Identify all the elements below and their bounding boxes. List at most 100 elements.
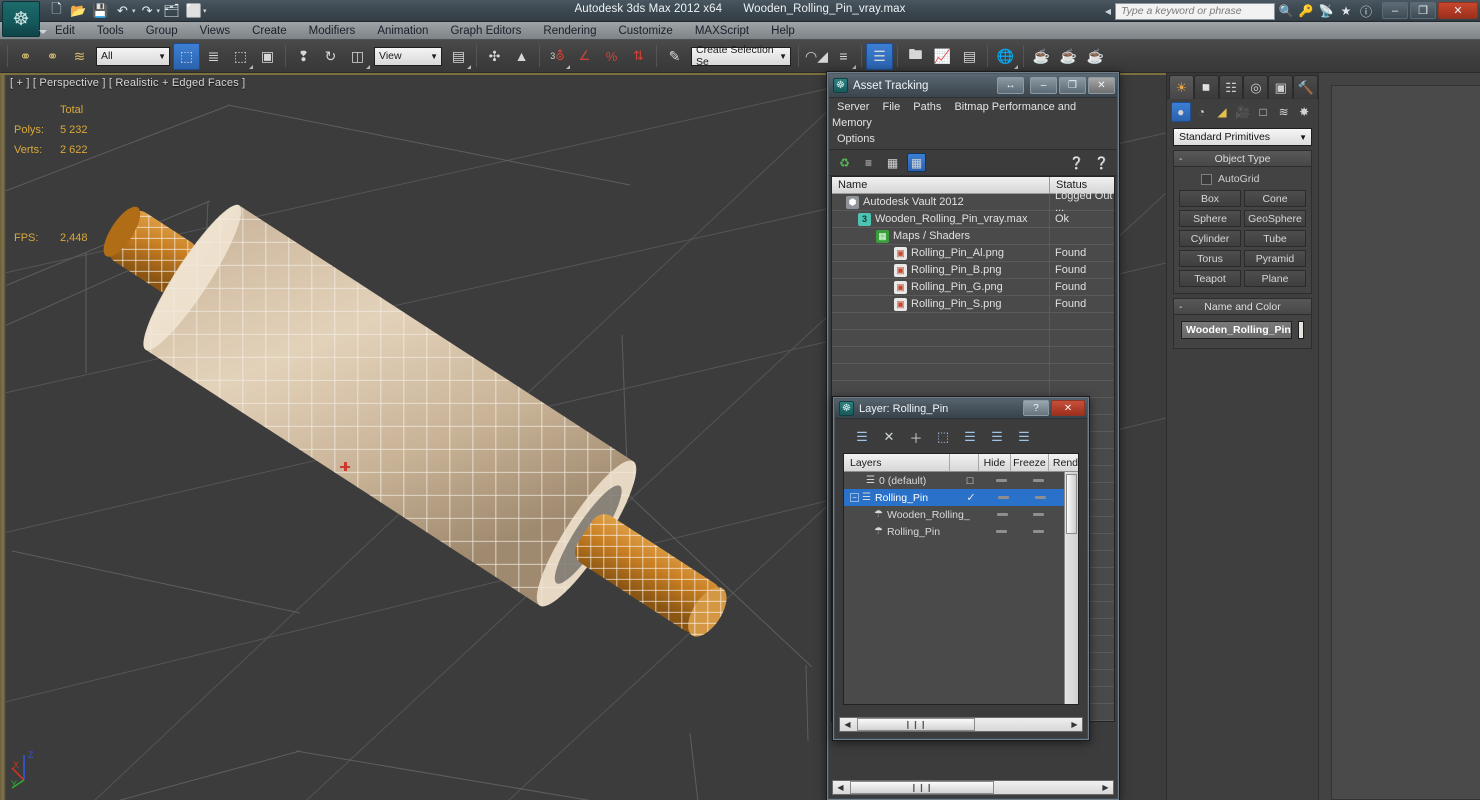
viewport-label[interactable]: [ + ] [ Perspective ] [ Realistic + Edge… xyxy=(10,77,245,89)
detail-view-icon[interactable]: ▦ xyxy=(883,153,902,172)
undo-dropdown-icon[interactable]: ▾ xyxy=(132,7,136,15)
select-and-manipulate-icon[interactable]: ✣ xyxy=(481,43,508,70)
delete-highlighted-layers-icon[interactable]: ✕ xyxy=(880,428,898,446)
save-file-icon[interactable]: 💾 xyxy=(90,2,111,21)
helpers-icon[interactable]: □ xyxy=(1253,102,1273,122)
select-by-name-icon[interactable]: ≣ xyxy=(200,43,227,70)
menu-graph-editors[interactable]: Graph Editors xyxy=(439,22,532,40)
layer-manager-window[interactable]: ☸ Layer: Rolling_Pin ? ✕ ☰ ✕ ＋ ⬚ ☰ ☰ ☰ L… xyxy=(832,396,1090,741)
curve-editor-icon[interactable]: 📈 xyxy=(929,43,956,70)
select-highlighted-objects-icon[interactable]: ⬚ xyxy=(934,428,952,446)
object-hide-toggle[interactable] xyxy=(985,530,1019,533)
lights-icon[interactable]: ◢ xyxy=(1212,102,1232,122)
create-new-layer-icon[interactable]: ☰ xyxy=(853,428,871,446)
redo-icon[interactable]: ↷ xyxy=(137,2,158,21)
table-row[interactable]: ▣ Rolling_Pin_S.png Found xyxy=(832,296,1114,313)
scroll-left-arrow-icon[interactable]: ◀ xyxy=(833,781,848,794)
select-and-move-icon[interactable]: ❢ xyxy=(290,43,317,70)
autogrid-checkbox[interactable] xyxy=(1201,173,1212,185)
column-render[interactable]: Rend xyxy=(1049,454,1078,471)
box-button[interactable]: Box xyxy=(1179,190,1241,207)
layer-hide-toggle[interactable] xyxy=(985,479,1019,482)
tab-utilities[interactable]: 🔨 xyxy=(1293,75,1318,99)
search-icon[interactable]: 🔍 xyxy=(1277,2,1295,20)
menu-rendering[interactable]: Rendering xyxy=(532,22,607,40)
rendered-frame-window-icon[interactable]: ☕ xyxy=(1055,43,1082,70)
object-color-swatch[interactable] xyxy=(1297,321,1304,339)
menu-server[interactable]: Server xyxy=(832,101,874,113)
menu-options[interactable]: Options xyxy=(832,133,880,145)
name-and-color-header[interactable]: - Name and Color xyxy=(1174,299,1311,315)
geosphere-button[interactable]: GeoSphere xyxy=(1244,210,1306,227)
infocenter-expand-icon[interactable]: ◀ xyxy=(1105,7,1111,16)
sphere-button[interactable]: Sphere xyxy=(1179,210,1241,227)
unlink-selection-icon[interactable]: ⚭ xyxy=(39,43,66,70)
column-freeze[interactable]: Freeze xyxy=(1011,454,1049,471)
layer-object-row[interactable]: ☂ Rolling_Pin ☕ xyxy=(844,523,1078,540)
select-and-rotate-icon[interactable]: ↻ xyxy=(317,43,344,70)
menu-paths[interactable]: Paths xyxy=(908,101,946,113)
resize-button[interactable]: ↔ xyxy=(997,77,1024,94)
set-project-folder-icon[interactable]: 🗂 xyxy=(161,2,182,21)
layer-object-row[interactable]: ☂ Wooden_Rolling_ ☕ xyxy=(844,506,1078,523)
layer-freeze-toggle[interactable] xyxy=(1019,479,1059,482)
primitive-category-dropdown[interactable]: Standard Primitives ▼ xyxy=(1173,128,1312,146)
tube-button[interactable]: Tube xyxy=(1244,230,1306,247)
freeze-unfreeze-layers-icon[interactable]: ☰ xyxy=(1015,428,1033,446)
plane-button[interactable]: Plane xyxy=(1244,270,1306,287)
tab-modify[interactable]: ◽ xyxy=(1193,75,1219,99)
pyramid-button[interactable]: Pyramid xyxy=(1244,250,1306,267)
layer-current-checkbox[interactable]: ✓ xyxy=(956,491,986,504)
object-hide-toggle[interactable] xyxy=(986,513,1019,516)
menu-modifiers[interactable]: Modifiers xyxy=(298,22,367,40)
menu-help[interactable]: Help xyxy=(760,22,806,40)
column-layers[interactable]: Layers xyxy=(844,454,951,471)
align-icon[interactable]: ≡ xyxy=(830,43,857,70)
torus-button[interactable]: Torus xyxy=(1179,250,1241,267)
bind-to-space-warp-icon[interactable]: ≋ xyxy=(66,43,93,70)
highlight-selected-objects-layers-icon[interactable]: ☰ xyxy=(961,428,979,446)
angle-snap-toggle-icon[interactable]: ∠ xyxy=(571,43,598,70)
redo-dropdown-icon[interactable]: ▾ xyxy=(157,7,161,15)
material-editor-icon[interactable]: 🌐 xyxy=(992,43,1019,70)
close-button[interactable]: ✕ xyxy=(1088,77,1115,94)
toggle-scene-explorer-icon[interactable]: 🖿 xyxy=(902,43,929,70)
cylinder-button[interactable]: Cylinder xyxy=(1179,230,1241,247)
render-production-icon[interactable]: ☕ xyxy=(1082,43,1109,70)
named-selection-sets-dropdown[interactable]: Create Selection Se ▼ xyxy=(691,44,791,68)
menu-animation[interactable]: Animation xyxy=(366,22,439,40)
layer-row-default[interactable]: ☰ 0 (default) □ ☕ xyxy=(844,472,1078,489)
close-button[interactable]: ✕ xyxy=(1438,2,1478,19)
mirror-icon[interactable]: ◠◢ xyxy=(803,43,830,70)
menu-create[interactable]: Create xyxy=(241,22,298,40)
menu-edit[interactable]: Edit xyxy=(44,22,86,40)
tab-motion[interactable]: ◎ xyxy=(1243,75,1269,99)
hide-unhide-layers-icon[interactable]: ☰ xyxy=(988,428,1006,446)
shapes-icon[interactable]: ◔ xyxy=(1192,102,1212,122)
select-and-uniform-scale-icon[interactable]: ◫ xyxy=(344,43,371,70)
help-icon[interactable]: ❔ xyxy=(1092,153,1111,172)
minimize-button[interactable]: – xyxy=(1382,2,1408,19)
cone-button[interactable]: Cone xyxy=(1244,190,1306,207)
application-menu-button[interactable]: ☸ xyxy=(2,1,47,37)
menu-customize[interactable]: Customize xyxy=(607,22,683,40)
list-view-icon[interactable]: ≡ xyxy=(859,153,878,172)
restore-button[interactable]: ❐ xyxy=(1410,2,1436,19)
layer-row-rolling-pin[interactable]: − ☰ Rolling_Pin ✓ xyxy=(844,489,1078,506)
render-setup-icon[interactable]: ☕ xyxy=(1028,43,1055,70)
layer-table-vertical-scrollbar[interactable] xyxy=(1064,472,1078,704)
edit-named-selection-sets-icon[interactable]: ✎ xyxy=(661,43,688,70)
systems-icon[interactable]: ✸ xyxy=(1294,102,1314,122)
percent-snap-toggle-icon[interactable]: % xyxy=(598,43,625,70)
select-object-icon[interactable]: ⬚ xyxy=(173,42,200,70)
keyboard-shortcut-override-icon[interactable]: ▲ xyxy=(508,43,535,70)
table-row[interactable]: ⬢ Autodesk Vault 2012 Logged Out ... xyxy=(832,190,1114,214)
asset-table-horizontal-scrollbar[interactable]: ◀ ❙❙❙ ▶ xyxy=(832,780,1114,795)
grid-view-icon[interactable]: ▦ xyxy=(907,153,926,172)
tab-display[interactable]: ▣ xyxy=(1268,75,1294,99)
layer-freeze-toggle[interactable] xyxy=(1020,496,1060,499)
selection-filter-dropdown[interactable]: All ▼ xyxy=(96,46,170,66)
help-icon[interactable]: ⓘ xyxy=(1357,2,1375,20)
search-input[interactable]: Type a keyword or phrase xyxy=(1115,2,1275,20)
menu-views[interactable]: Views xyxy=(189,22,241,40)
